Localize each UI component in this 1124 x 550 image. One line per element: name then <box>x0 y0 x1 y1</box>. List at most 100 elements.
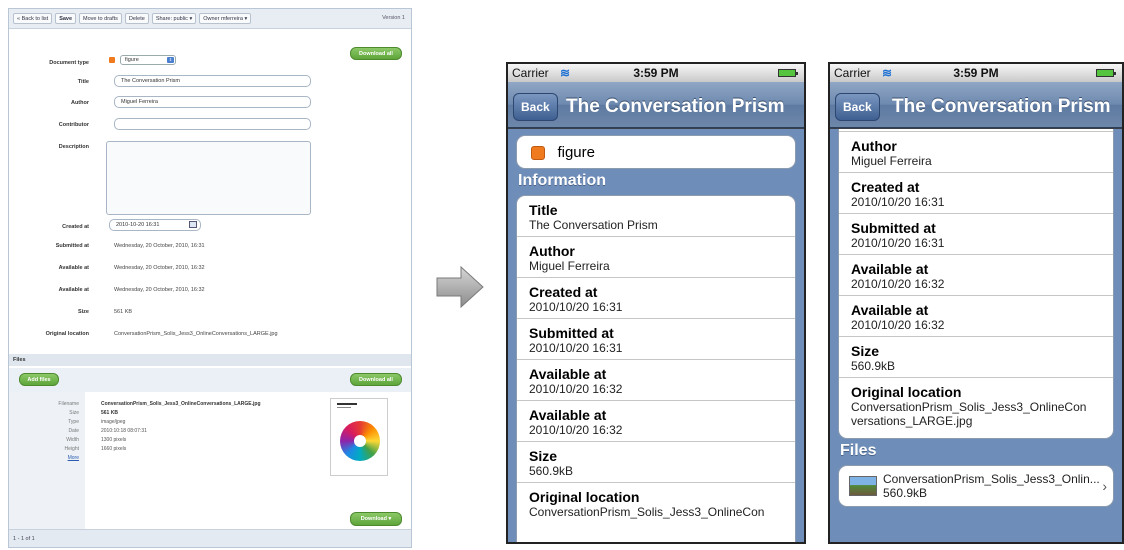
iphone-screen-top: Carrier ≋ 3:59 PM Back The Conversation … <box>506 62 806 544</box>
filename-label: Filename <box>58 401 79 407</box>
submitted-cell: Submitted at 2010/10/20 16:31 <box>517 319 795 360</box>
wifi-icon: ≋ <box>882 66 893 80</box>
submitted-label: Submitted at <box>55 243 89 249</box>
wifi-icon: ≋ <box>560 66 571 80</box>
back-button[interactable]: Back <box>513 93 558 121</box>
description-label: Description <box>58 144 89 150</box>
available1-label: Available at <box>58 265 89 271</box>
cell-title: Submitted at <box>529 325 614 341</box>
version-label: Version 1 <box>382 15 405 21</box>
cell-title: Author <box>529 243 575 259</box>
information-header: Information <box>518 172 606 189</box>
download-button[interactable]: Download ▾ <box>350 512 402 526</box>
contributor-input[interactable] <box>114 118 311 130</box>
download-all-button[interactable]: Download all <box>350 47 402 60</box>
calendar-icon[interactable] <box>189 221 197 228</box>
information-group: Title The Conversation Prism Author Miguel… <box>516 195 796 542</box>
cell-title: Original location <box>851 384 962 400</box>
cell-title: Created at <box>529 284 598 300</box>
file-item: Filename ConversationPrism_Solis_Jess3_O… <box>9 392 411 532</box>
size-cell: Size 560.9kB <box>839 337 1113 378</box>
share-label: Share: public <box>155 15 188 22</box>
iphone-screen-scrolled: Carrier ≋ 3:59 PM Back The Conversation … <box>828 62 1124 544</box>
created-value: 2010-10-20 16:31 <box>116 222 160 228</box>
file-thumbnail-icon <box>849 476 877 496</box>
prism-wheel-image <box>340 421 380 461</box>
select-arrows-icon: ⇕ <box>167 57 174 63</box>
move-to-drafts-button[interactable]: Move to drafts <box>79 13 122 24</box>
cell-value: 2010/10/20 16:32 <box>529 382 623 396</box>
cell-value: 2010/10/20 16:32 <box>529 423 623 437</box>
files-header: Files <box>840 442 877 459</box>
cell-title: Available at <box>851 261 929 277</box>
size-value: 561 KB <box>114 309 133 315</box>
file-size: 560.9kB <box>883 486 928 500</box>
file-name: ConversationPrism_Solis_Jess3_Onlin... <box>883 472 1100 486</box>
file-height-value: 1660 pixels <box>101 446 127 452</box>
available-cell: Available at 2010/10/20 16:32 <box>839 296 1113 337</box>
navigation-bar: Back The Conversation Prism <box>508 82 804 128</box>
available2-value: Wednesday, 20 October, 2010, 16:32 <box>114 287 205 293</box>
status-bar: Carrier ≋ 3:59 PM <box>830 64 1122 82</box>
title-input[interactable]: The Conversation Prism <box>114 75 311 87</box>
save-button[interactable]: Save <box>55 13 77 24</box>
thumbnail-subheading <box>337 407 351 408</box>
clock: 3:59 PM <box>633 66 679 80</box>
type-cell[interactable]: figure <box>516 135 796 169</box>
more-link[interactable]: More <box>9 454 79 462</box>
thumbnail-heading <box>337 403 357 405</box>
delete-button[interactable]: Delete <box>124 13 149 24</box>
cell-value: 2010/10/20 16:31 <box>851 236 945 250</box>
author-cell: Author Miguel Ferreira <box>839 132 1113 173</box>
file-height-label: Height <box>64 446 79 452</box>
cell-title: Size <box>851 343 880 359</box>
author-input[interactable]: Miguel Ferreira <box>114 96 311 108</box>
status-bar: Carrier ≋ 3:59 PM <box>508 64 804 82</box>
cell-value: 560.9kB <box>529 464 574 478</box>
download-label: Download <box>360 516 387 522</box>
file-type-label: Type <box>68 419 79 425</box>
created-date-input[interactable]: 2010-10-20 16:31 <box>109 219 201 231</box>
type-value: figure <box>557 144 595 162</box>
toolbar: « Back to list Save Move to drafts Delet… <box>9 9 411 29</box>
file-date-label: Date <box>68 428 79 434</box>
nav-title: The Conversation Prism <box>892 96 1111 117</box>
carrier-label: Carrier <box>834 66 871 80</box>
size-label: Size <box>77 309 89 315</box>
cell-title: Title <box>529 202 558 218</box>
files-download-all-button[interactable]: Download all <box>350 373 402 386</box>
share-dropdown[interactable]: Share: public ▾ <box>151 13 197 24</box>
chevron-right-icon: › <box>1102 478 1107 494</box>
description-textarea[interactable] <box>106 141 311 215</box>
cell-value: Miguel Ferreira <box>851 154 932 168</box>
owner-dropdown[interactable]: Owner mferreira ▾ <box>199 13 252 24</box>
cell-value: The Conversation Prism <box>529 218 658 232</box>
web-document-editor: « Back to list Save Move to drafts Delet… <box>8 8 412 548</box>
owner-label: Owner mferreira <box>203 15 243 22</box>
cell-value: 2010/10/20 16:31 <box>529 300 623 314</box>
files-toolbar: Add files Download all <box>9 368 411 392</box>
file-thumbnail[interactable] <box>330 398 388 476</box>
cell-title: Created at <box>851 179 920 195</box>
doctype-value: figure <box>125 57 139 63</box>
available2-label: Available at <box>58 287 89 293</box>
size-cell: Size 560.9kB <box>517 442 795 483</box>
add-files-button[interactable]: Add files <box>19 373 59 386</box>
back-to-list-button[interactable]: « Back to list <box>13 13 53 24</box>
cell-value: 2010/10/20 16:31 <box>529 341 623 355</box>
origloc-label: Original location <box>45 331 89 337</box>
doctype-select[interactable]: figure ⇕ <box>120 55 176 65</box>
file-date-value: 2010:10:18 08:07:31 <box>101 428 147 434</box>
available1-value: Wednesday, 20 October, 2010, 16:32 <box>114 265 205 271</box>
cell-value: ConversationPrism_Solis_Jess3_OnlineCon … <box>851 400 1087 428</box>
cell-title: Author <box>851 138 897 154</box>
chevron-down-icon: ▾ <box>244 15 248 22</box>
file-cell[interactable]: ConversationPrism_Solis_Jess3_Onlin... 5… <box>838 465 1114 507</box>
figure-type-icon <box>531 145 545 160</box>
clock: 3:59 PM <box>953 66 999 80</box>
origloc-cell: Original location ConversationPrism_Solis… <box>517 483 795 524</box>
cell-title: Submitted at <box>851 220 936 236</box>
back-button[interactable]: Back <box>835 93 880 121</box>
file-width-value: 1300 pixels <box>101 437 127 443</box>
cell-title: Original location <box>529 489 640 505</box>
